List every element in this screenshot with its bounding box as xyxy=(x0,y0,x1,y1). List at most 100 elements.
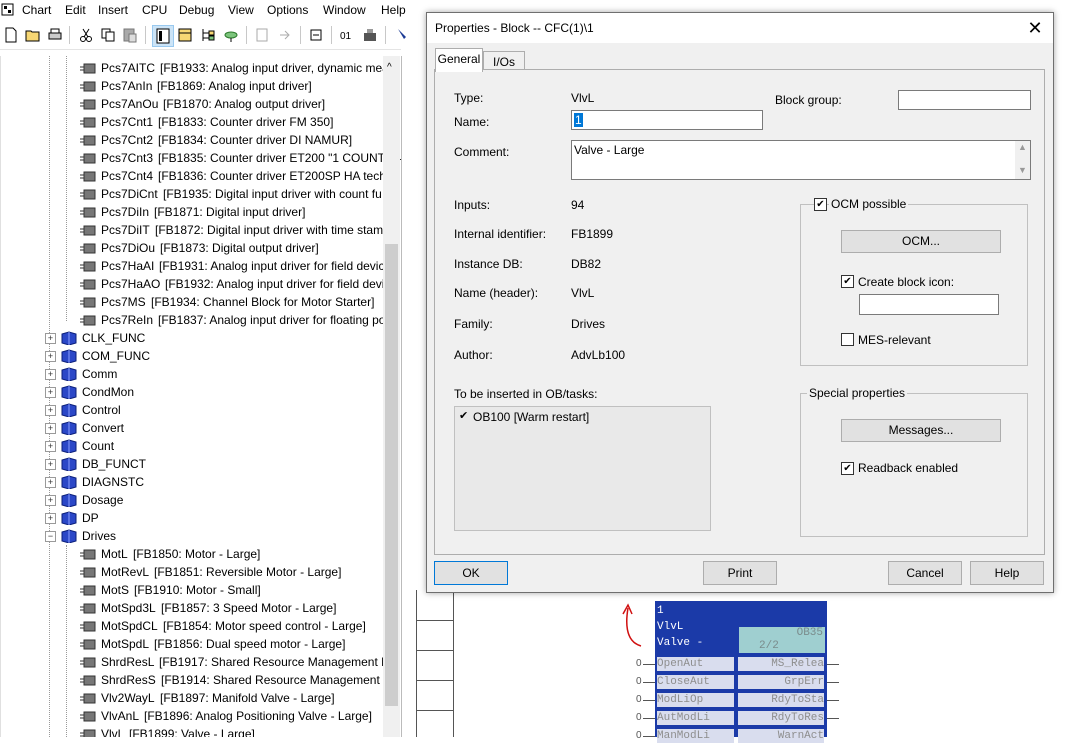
expand-icon[interactable]: + xyxy=(45,441,56,452)
ocm-button[interactable]: OCM... xyxy=(841,230,1001,253)
expand-icon[interactable]: + xyxy=(45,405,56,416)
block-catalog-tree[interactable]: Pcs7AITC [FB1933: Analog input driver, dy… xyxy=(0,56,402,737)
output-pin-warnact[interactable]: WarnAct xyxy=(738,729,824,743)
print-icon[interactable] xyxy=(45,25,65,45)
new-icon[interactable] xyxy=(1,25,21,45)
input-pin-openaut[interactable]: OpenAut xyxy=(657,657,734,671)
disabled-icon-1[interactable] xyxy=(252,25,272,45)
ob-tasks-list[interactable]: ✔ OB100 [Warm restart] xyxy=(454,406,711,531)
close-icon[interactable]: ✕ xyxy=(1025,18,1045,38)
pin-line xyxy=(827,700,839,701)
expand-icon[interactable]: + xyxy=(45,495,56,506)
open-icon[interactable] xyxy=(23,25,43,45)
menu-window[interactable]: Window xyxy=(323,3,366,17)
ocm-possible-checkbox[interactable]: ✔ xyxy=(814,198,827,211)
scroll-thumb[interactable] xyxy=(385,244,398,706)
expand-icon[interactable]: + xyxy=(45,459,56,470)
compile-icon[interactable]: 01 xyxy=(337,25,357,45)
block-name: VlvAnL xyxy=(101,709,140,723)
block-group-input[interactable] xyxy=(898,90,1031,110)
menu-debug[interactable]: Debug xyxy=(179,3,214,17)
expand-icon[interactable]: + xyxy=(45,513,56,524)
block-name: MotS xyxy=(101,583,130,597)
expand-icon[interactable]: + xyxy=(45,369,56,380)
block-name: MotSpdL xyxy=(101,637,150,651)
scroll-up-icon[interactable]: ▲ xyxy=(1018,142,1027,152)
input-pin-autmodli[interactable]: AutModLi xyxy=(657,711,734,725)
expand-icon[interactable]: + xyxy=(45,477,56,488)
output-pin-rdytosta[interactable]: RdyToSta xyxy=(738,693,824,707)
readback-enabled-checkbox[interactable]: ✔ xyxy=(841,462,854,475)
tree-view-icon[interactable] xyxy=(198,25,218,45)
tree-scrollbar[interactable]: ^ xyxy=(383,56,400,737)
pin-line xyxy=(643,700,655,701)
mes-relevant-checkbox[interactable] xyxy=(841,333,854,346)
name-label: Name: xyxy=(454,115,490,129)
cancel-button[interactable]: Cancel xyxy=(888,561,962,585)
menu-view[interactable]: View xyxy=(228,3,254,17)
block-description: [FB1857: 3 Speed Motor - Large] xyxy=(161,601,337,615)
tab-general[interactable]: General xyxy=(435,48,483,72)
paste-icon[interactable] xyxy=(120,25,140,45)
comment-scrollbar[interactable]: ▲ ▼ xyxy=(1015,141,1030,179)
cut-icon[interactable] xyxy=(76,25,96,45)
create-block-icon-checkbox[interactable]: ✔ xyxy=(841,275,854,288)
output-pin-rdytores[interactable]: RdyToRes xyxy=(738,711,824,725)
function-block-icon xyxy=(79,638,97,650)
internal-id-value: FB1899 xyxy=(571,227,614,241)
ok-button[interactable]: OK xyxy=(434,561,508,585)
function-block-icon xyxy=(79,152,97,164)
pin-value: 0 xyxy=(636,658,642,669)
input-pin-modliop[interactable]: ModLiOp xyxy=(657,693,734,707)
test-mode-icon[interactable] xyxy=(392,25,412,45)
block-runtime-group: OB35 2/2 xyxy=(739,627,825,653)
download-icon[interactable] xyxy=(360,25,380,45)
help-button[interactable]: Help xyxy=(970,561,1044,585)
block-description: [FB1873: Digital output driver] xyxy=(160,241,319,255)
connection-icon[interactable] xyxy=(221,25,241,45)
print-button[interactable]: Print xyxy=(703,561,777,585)
run-sequence-icon[interactable] xyxy=(306,25,326,45)
function-block-icon xyxy=(79,260,97,272)
menu-chart[interactable]: Chart xyxy=(22,3,51,17)
scroll-down-icon[interactable]: ▼ xyxy=(1018,165,1027,175)
block-type: VlvL xyxy=(657,621,684,633)
inputs-label: Inputs: xyxy=(454,198,491,212)
menu-edit[interactable]: Edit xyxy=(65,3,86,17)
inputs-value: 94 xyxy=(571,198,585,212)
input-pin-closeaut[interactable]: CloseAut xyxy=(657,675,734,689)
menu-help[interactable]: Help xyxy=(381,3,406,17)
library-name: Control xyxy=(82,403,121,417)
comment-input[interactable]: Valve - Large ▲ ▼ xyxy=(571,140,1031,180)
create-block-icon-input[interactable] xyxy=(859,294,999,315)
menu-cpu[interactable]: CPU xyxy=(142,3,167,17)
type-value: VlvL xyxy=(571,91,595,105)
ob-task-item[interactable]: OB100 [Warm restart] xyxy=(473,410,589,424)
expand-icon[interactable]: − xyxy=(45,531,56,542)
app-icon[interactable] xyxy=(1,3,14,16)
disabled-icon-2[interactable] xyxy=(275,25,295,45)
input-pin-manmodli[interactable]: ManModLi xyxy=(657,729,734,743)
copy-icon[interactable] xyxy=(98,25,118,45)
special-properties-label: Special properties xyxy=(807,386,908,400)
expand-icon[interactable]: + xyxy=(45,423,56,434)
menu-options[interactable]: Options xyxy=(267,3,308,17)
menu-insert[interactable]: Insert xyxy=(98,3,128,17)
messages-button[interactable]: Messages... xyxy=(841,419,1001,442)
name-input[interactable]: 1 xyxy=(571,110,763,130)
library-name: Dosage xyxy=(82,493,124,507)
expand-icon[interactable]: + xyxy=(45,387,56,398)
pin-line xyxy=(827,664,839,665)
expand-icon[interactable]: + xyxy=(45,351,56,362)
expand-icon[interactable]: + xyxy=(45,333,56,344)
library-icon xyxy=(61,385,77,400)
library-icon xyxy=(61,403,77,418)
scroll-up-arrow[interactable]: ^ xyxy=(387,62,392,73)
output-pin-grperr[interactable]: GrpErr xyxy=(738,675,824,689)
ocm-possible-label: OCM possible xyxy=(829,197,909,211)
output-pin-ms-relea[interactable]: MS_Relea xyxy=(738,657,824,671)
chart-icon[interactable] xyxy=(175,25,195,45)
general-tab-panel: Type: VlvL Name: 1 Block group: Comment:… xyxy=(434,69,1045,555)
pin-line xyxy=(827,718,839,719)
catalog-icon[interactable] xyxy=(152,25,174,47)
